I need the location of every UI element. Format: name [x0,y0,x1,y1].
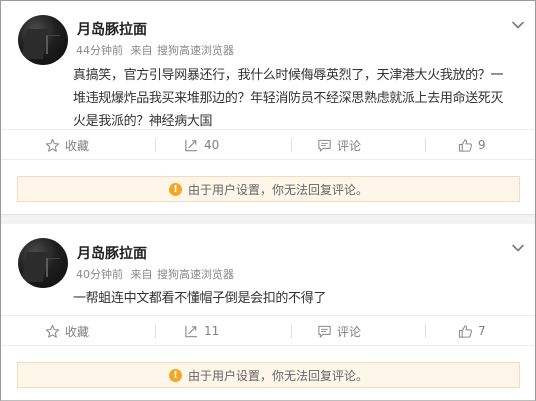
post-card: 月岛豚拉面 40分钟前 来自 搜狗高速浏览器 一帮蛆连中文都看不懂帽子倒是会扣的… [1,224,535,400]
divider [1,315,535,316]
comment-disabled-notice: ! 由于用户设置，你无法回复评论。 [17,362,520,388]
star-icon [45,324,60,338]
content-line: 堆违规爆炸品我买来堆那边的？年轻消防员不经深思熟虑就派上去用命送死灭 [73,91,504,106]
repost-icon [185,325,198,337]
action-bar: 收藏 11 评论 7 [1,319,535,343]
action-divider [155,324,156,338]
repost-button[interactable]: 40 [184,133,219,157]
chevron-down-icon[interactable] [510,240,526,256]
weibo-feed: 月岛豚拉面 44分钟前 来自 搜狗高速浏览器 真搞笑，官方引导网暴还行，我什么时… [0,0,536,401]
action-divider [425,138,426,152]
divider [1,345,535,346]
divider [1,159,535,160]
action-divider [291,324,292,338]
divider [1,129,535,130]
repost-icon [185,139,198,151]
repost-count: 40 [204,138,220,152]
post-card: 月岛豚拉面 44分钟前 来自 搜狗高速浏览器 真搞笑，官方引导网暴还行，我什么时… [1,1,535,214]
repost-count: 11 [204,324,220,338]
notice-text: 由于用户设置，你无法回复评论。 [187,182,368,197]
warning-icon: ! [168,368,182,382]
post-content: 真搞笑，官方引导网暴还行，我什么时候侮辱英烈了，天津港大火我放的？一 堆违规爆炸… [73,64,525,133]
source-label: 来自 [130,268,153,281]
post-time[interactable]: 44分钟前 [76,44,123,57]
action-bar: 收藏 40 评论 9 [1,133,535,157]
username[interactable]: 月岛豚拉面 [77,243,147,263]
chevron-down-icon[interactable] [510,17,526,33]
like-button[interactable]: 7 [458,319,486,343]
favorite-label: 收藏 [65,138,90,153]
like-count: 7 [478,324,486,338]
warning-icon: ! [168,182,182,196]
favorite-button[interactable]: 收藏 [45,133,89,157]
comment-disabled-notice: ! 由于用户设置，你无法回复评论。 [17,176,520,202]
avatar[interactable] [18,238,68,288]
action-divider [425,324,426,338]
thumbs-up-icon [458,138,472,152]
like-button[interactable]: 9 [458,133,486,157]
post-content: 一帮蛆连中文都看不懂帽子倒是会扣的不得了 [73,287,525,310]
comment-label: 评论 [337,324,362,339]
thumbs-up-icon [458,324,472,338]
comment-label: 评论 [337,138,362,153]
comment-icon [318,325,331,338]
action-divider [155,138,156,152]
source-app[interactable]: 搜狗高速浏览器 [157,268,234,281]
post-meta: 40分钟前 来自 搜狗高速浏览器 [76,266,234,282]
notice-text: 由于用户设置，你无法回复评论。 [187,368,368,383]
like-count: 9 [478,138,486,152]
star-icon [45,138,60,152]
comment-icon [318,139,331,152]
avatar[interactable] [18,15,68,65]
source-app[interactable]: 搜狗高速浏览器 [157,44,234,57]
source-label: 来自 [130,44,153,57]
content-line: 一帮蛆连中文都看不懂帽子倒是会扣的不得了 [73,291,327,306]
repost-button[interactable]: 11 [184,319,219,343]
username[interactable]: 月岛豚拉面 [77,19,147,39]
comment-button[interactable]: 评论 [317,319,361,343]
card-separator [1,214,535,224]
content-line: 真搞笑，官方引导网暴还行，我什么时候侮辱英烈了，天津港大火我放的？一 [73,68,504,83]
favorite-label: 收藏 [65,324,90,339]
action-divider [291,138,292,152]
comment-button[interactable]: 评论 [317,133,361,157]
post-meta: 44分钟前 来自 搜狗高速浏览器 [76,42,234,58]
favorite-button[interactable]: 收藏 [45,319,89,343]
post-time[interactable]: 40分钟前 [76,268,123,281]
